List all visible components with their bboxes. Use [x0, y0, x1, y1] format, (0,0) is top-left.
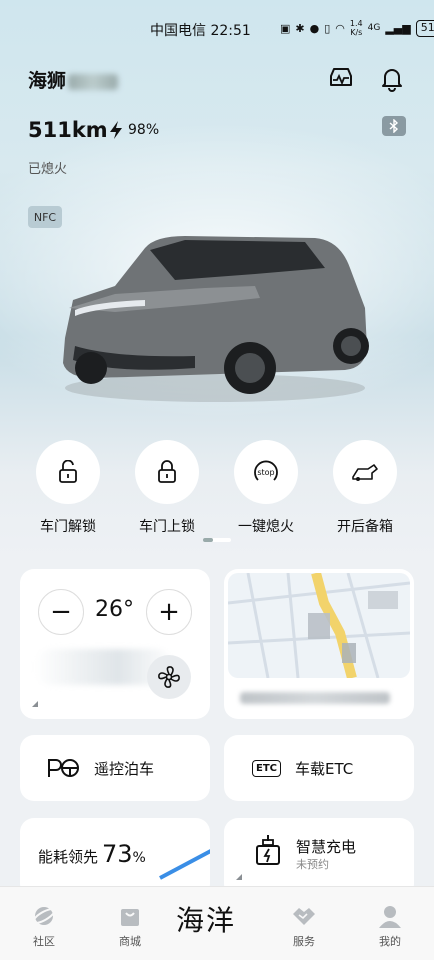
- nav-label: 商城: [119, 935, 141, 948]
- map-blur-block: [368, 591, 398, 609]
- signal-icon: ▂▄▆: [385, 21, 411, 35]
- nfc-status-icon: ▣: [280, 21, 291, 35]
- remote-parking-label: 遥控泊车: [94, 759, 155, 778]
- engine-status: 已熄火: [28, 162, 68, 177]
- map-blur-block: [342, 643, 356, 663]
- etc-label: 车载ETC: [295, 759, 354, 778]
- lock-icon: [158, 460, 176, 483]
- lightning-icon: [110, 121, 122, 139]
- stop-icon: stop: [254, 460, 278, 481]
- car-image: [63, 236, 369, 402]
- unlock-icon: [59, 460, 77, 483]
- bluetooth-key-button[interactable]: [382, 116, 406, 136]
- temp-increase-button[interactable]: +: [146, 589, 192, 635]
- map-view[interactable]: [228, 573, 410, 678]
- action-label: 开后备箱: [337, 519, 393, 535]
- map-card[interactable]: [224, 569, 414, 719]
- energy-label: 能耗领先: [38, 848, 99, 866]
- action-label: 车门上锁: [139, 519, 195, 535]
- vibrate-icon: ▯: [324, 21, 331, 35]
- engine-stop-button[interactable]: stop 一键熄火: [221, 440, 311, 536]
- charger-icon: [256, 835, 280, 865]
- nfc-key-button[interactable]: NFC: [28, 206, 62, 228]
- energy-value: 73%: [102, 840, 146, 868]
- net-speed: 1.4 K/s: [349, 19, 363, 37]
- range-value: 511km: [28, 118, 108, 142]
- nav-label: 我的: [379, 935, 401, 948]
- action-label: 车门解锁: [40, 519, 96, 535]
- fan-icon: [158, 666, 180, 688]
- energy-trend-line: [159, 848, 210, 880]
- etc-card[interactable]: ETC 车载ETC: [224, 735, 414, 801]
- bluetooth-icon: [389, 119, 399, 133]
- stop-icon-text: stop: [257, 468, 274, 477]
- fan-button[interactable]: [147, 655, 191, 699]
- nav-mine[interactable]: 我的: [360, 903, 420, 949]
- wifi-icon: ◠: [335, 21, 345, 35]
- map-blur-block: [308, 613, 330, 639]
- card-corner-mark: [32, 701, 38, 707]
- car-health-icon: [330, 68, 352, 86]
- temp-decrease-button[interactable]: −: [38, 589, 84, 635]
- lock-doors-button[interactable]: 车门上锁: [122, 440, 212, 536]
- bluetooth-status-icon: ✱: [295, 21, 305, 35]
- handshake-icon: [293, 908, 315, 925]
- battery-indicator: 51: [415, 19, 434, 37]
- remote-parking-card[interactable]: 遥控泊车: [20, 735, 210, 801]
- card-corner-mark: [236, 874, 242, 880]
- address-redaction: [240, 692, 390, 704]
- status-icons: ▣ ✱ ● ▯ ◠ 1.4 K/s 4G ▂▄▆ 51: [280, 19, 434, 37]
- nav-service[interactable]: 服务: [274, 903, 334, 949]
- status-carrier-time: 中国电信 22:51: [150, 23, 251, 39]
- shopping-bag-icon: [121, 909, 139, 926]
- open-trunk-button[interactable]: 开后备箱: [320, 440, 410, 536]
- temperature-value: 26°: [95, 597, 134, 622]
- location-icon: ●: [309, 21, 320, 35]
- charging-title: 智慧充电: [296, 838, 357, 856]
- action-label: 一键熄火: [238, 519, 294, 535]
- planet-icon: [32, 907, 56, 925]
- vehicle-status-button[interactable]: [328, 66, 354, 94]
- nav-mall[interactable]: 商城: [100, 903, 160, 949]
- network-type: 4G: [367, 23, 381, 33]
- map-graphic: [228, 573, 410, 678]
- user-icon: [379, 906, 401, 928]
- unlock-doors-button[interactable]: 车门解锁: [23, 440, 113, 536]
- bottom-navigation: 社区 商城 海洋 服务 我的: [0, 886, 434, 960]
- etc-icon: ETC: [252, 759, 281, 777]
- notification-button[interactable]: [380, 66, 404, 96]
- vehicle-name[interactable]: 海狮: [28, 66, 119, 93]
- brand-logo[interactable]: 海洋: [176, 899, 236, 939]
- bell-icon: [382, 69, 402, 92]
- page-indicator: [203, 538, 231, 542]
- nav-label: 服务: [293, 935, 315, 948]
- status-bar: 中国电信 22:51 ▣ ✱ ● ▯ ◠ 1.4 K/s 4G ▂▄▆ 51: [0, 18, 434, 42]
- trunk-icon: [352, 464, 378, 481]
- name-redaction: [68, 73, 119, 90]
- charging-subtitle: 未预约: [296, 858, 329, 871]
- nav-label: 社区: [33, 935, 55, 948]
- charge-indicator: 98%: [108, 120, 159, 140]
- nav-community[interactable]: 社区: [14, 903, 74, 949]
- climate-card[interactable]: − 26° +: [20, 569, 210, 719]
- parking-wheel-icon: [48, 759, 79, 777]
